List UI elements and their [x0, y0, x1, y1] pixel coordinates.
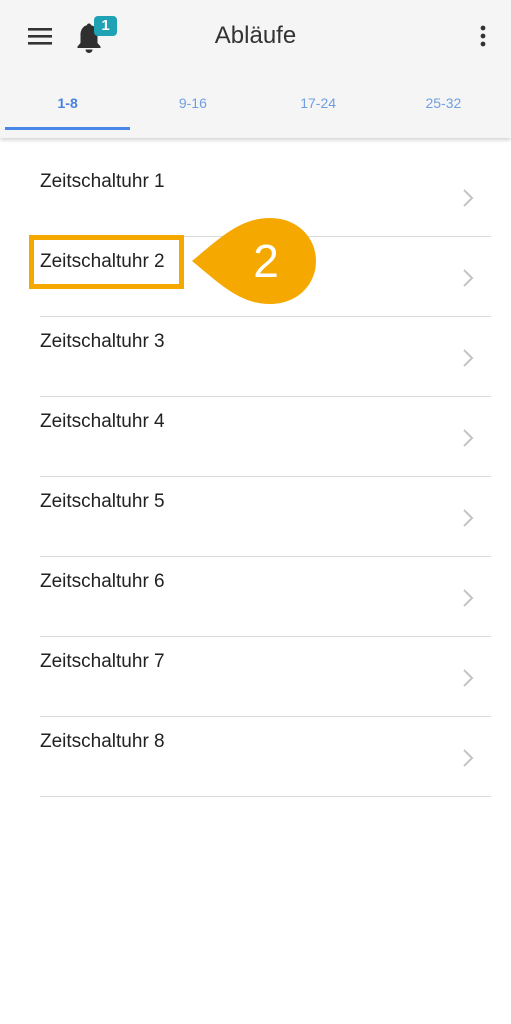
tab-9-16[interactable]: 9-16: [130, 80, 255, 130]
list-item[interactable]: Zeitschaltuhr 6: [40, 557, 491, 637]
list-item[interactable]: Zeitschaltuhr 3: [40, 317, 491, 397]
chevron-right-icon: [463, 509, 474, 527]
list-item-label: Zeitschaltuhr 8: [40, 731, 165, 752]
list-item-label: Zeitschaltuhr 1: [40, 171, 165, 192]
app-bar: 1 Abläufe 1-8 9-16 17-24 25-32: [0, 0, 511, 138]
highlight-box: [29, 235, 184, 289]
tab-1-8[interactable]: 1-8: [5, 80, 131, 130]
list-item[interactable]: Zeitschaltuhr 7: [40, 637, 491, 717]
tab-25-32[interactable]: 25-32: [381, 80, 506, 130]
list-item[interactable]: Zeitschaltuhr 5: [40, 477, 491, 557]
chevron-right-icon: [463, 429, 474, 447]
more-options-button[interactable]: [470, 20, 496, 52]
step-callout: 2: [190, 216, 320, 306]
tab-17-24[interactable]: 17-24: [256, 80, 381, 130]
chevron-right-icon: [463, 749, 474, 767]
list-item-label: Zeitschaltuhr 6: [40, 571, 165, 592]
list-item-label: Zeitschaltuhr 7: [40, 651, 165, 672]
more-vert-icon: [480, 25, 486, 47]
list-item[interactable]: Zeitschaltuhr 4: [40, 397, 491, 477]
page-title: Abläufe: [214, 22, 297, 49]
chevron-right-icon: [463, 589, 474, 607]
list-item-label: Zeitschaltuhr 5: [40, 491, 165, 512]
list-item[interactable]: Zeitschaltuhr 8: [40, 717, 491, 797]
list-item-label: Zeitschaltuhr 4: [40, 411, 165, 432]
chevron-right-icon: [463, 669, 474, 687]
chevron-right-icon: [463, 349, 474, 367]
list-item-label: Zeitschaltuhr 3: [40, 331, 165, 352]
chevron-right-icon: [463, 189, 474, 207]
step-number: 2: [253, 235, 279, 287]
chevron-right-icon: [463, 269, 474, 287]
tab-bar: 1-8 9-16 17-24 25-32: [5, 80, 506, 130]
